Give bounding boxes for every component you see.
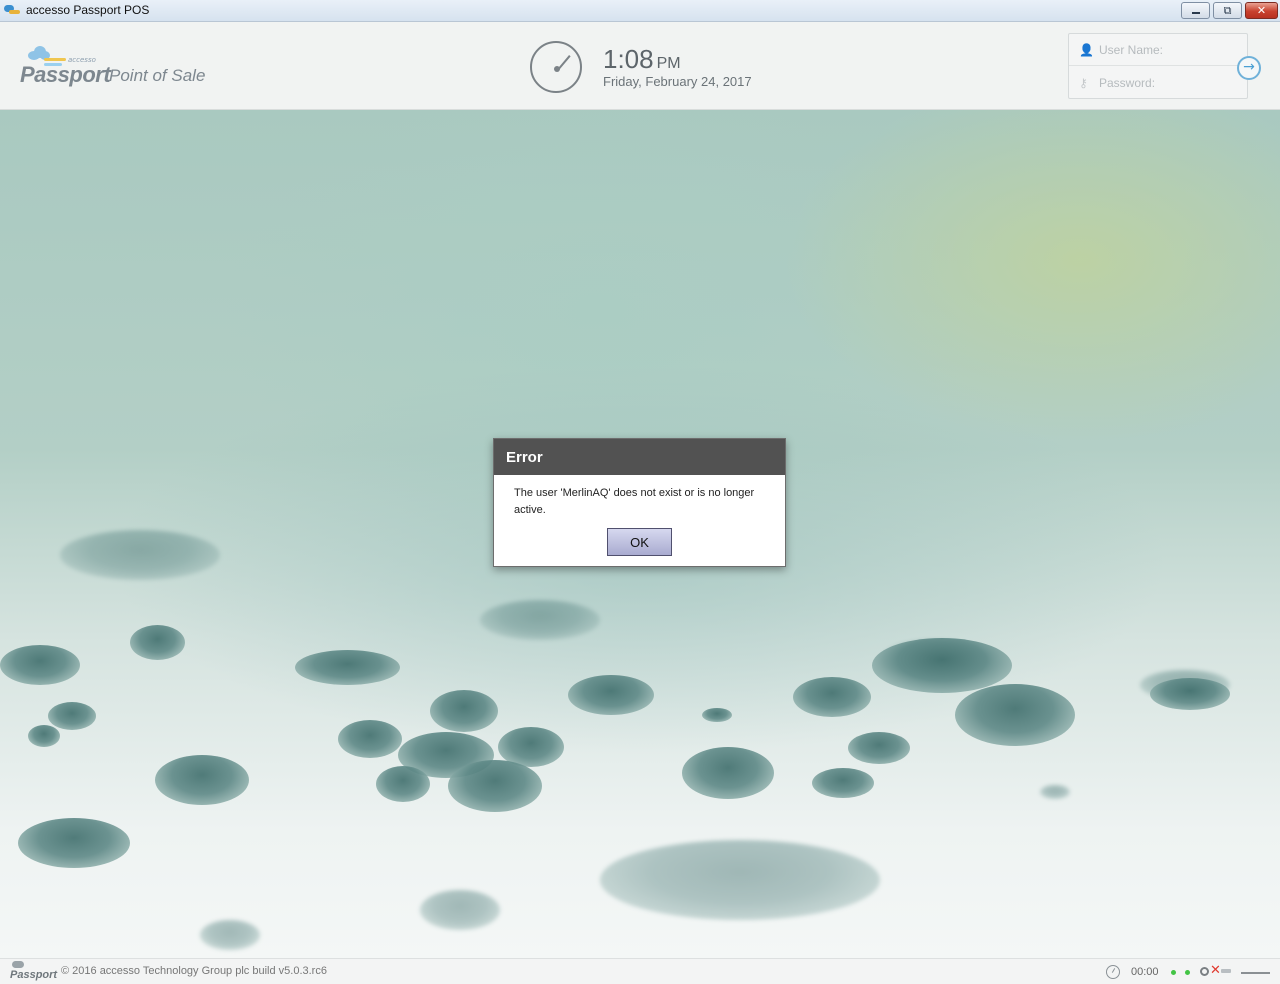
error-dialog: Error The user 'MerlinAQ' does not exist… <box>493 438 786 567</box>
password-input[interactable] <box>1099 73 1239 93</box>
footer-logo-text: Passport <box>10 969 58 981</box>
logo-product: Point of Sale <box>109 66 206 85</box>
close-icon: ✕ <box>1256 4 1267 17</box>
arrow-right-circle-icon: → <box>1243 59 1255 75</box>
current-time: 1:08 PM <box>603 44 681 75</box>
minimize-bar-icon[interactable] <box>1241 972 1270 974</box>
copyright-text: © 2016 accesso Technology Group plc buil… <box>61 965 327 977</box>
window-title-bar: accesso Passport POS ⧉ ✕ <box>0 0 1280 22</box>
username-input[interactable] <box>1099 40 1239 60</box>
logo-brand: Passport <box>20 62 111 87</box>
status-footer: Passport © 2016 accesso Technology Group… <box>0 958 1280 984</box>
session-timer: 00:00 <box>1131 966 1159 978</box>
footer-logo: Passport <box>10 961 57 981</box>
minimize-button[interactable] <box>1181 2 1210 19</box>
current-date: Friday, February 24, 2017 <box>603 74 752 89</box>
restore-button[interactable]: ⧉ <box>1213 2 1242 19</box>
passport-logo: accesso Passport Point of Sale <box>20 44 220 94</box>
username-row: 👤 <box>1069 34 1247 66</box>
login-form: 👤 ⚷ <box>1068 33 1248 99</box>
dialog-title: Error <box>506 449 543 466</box>
password-row: ⚷ <box>1069 67 1247 99</box>
app-icon <box>4 5 20 16</box>
restore-icon: ⧉ <box>1223 4 1232 17</box>
close-button[interactable]: ✕ <box>1245 2 1278 19</box>
window-title: accesso Passport POS <box>26 3 150 17</box>
dialog-header: Error <box>494 439 785 475</box>
key-icon: ⚷ <box>1079 76 1088 90</box>
time-ampm: PM <box>656 55 681 72</box>
clock-icon <box>530 41 582 93</box>
app-header: accesso Passport Point of Sale 1:08 PM Fr… <box>0 22 1280 110</box>
network-status-icon[interactable]: ✕ <box>1200 963 1234 980</box>
timer-clock-icon <box>1106 965 1120 979</box>
status-dot-icon <box>1185 970 1190 975</box>
login-submit-button[interactable]: → <box>1237 56 1261 80</box>
dialog-message: The user 'MerlinAQ' does not exist or is… <box>514 487 755 516</box>
ok-button[interactable]: OK <box>607 528 672 556</box>
user-icon: 👤 <box>1079 43 1094 57</box>
time-value: 1:08 <box>603 44 654 74</box>
status-dot-icon <box>1171 970 1176 975</box>
